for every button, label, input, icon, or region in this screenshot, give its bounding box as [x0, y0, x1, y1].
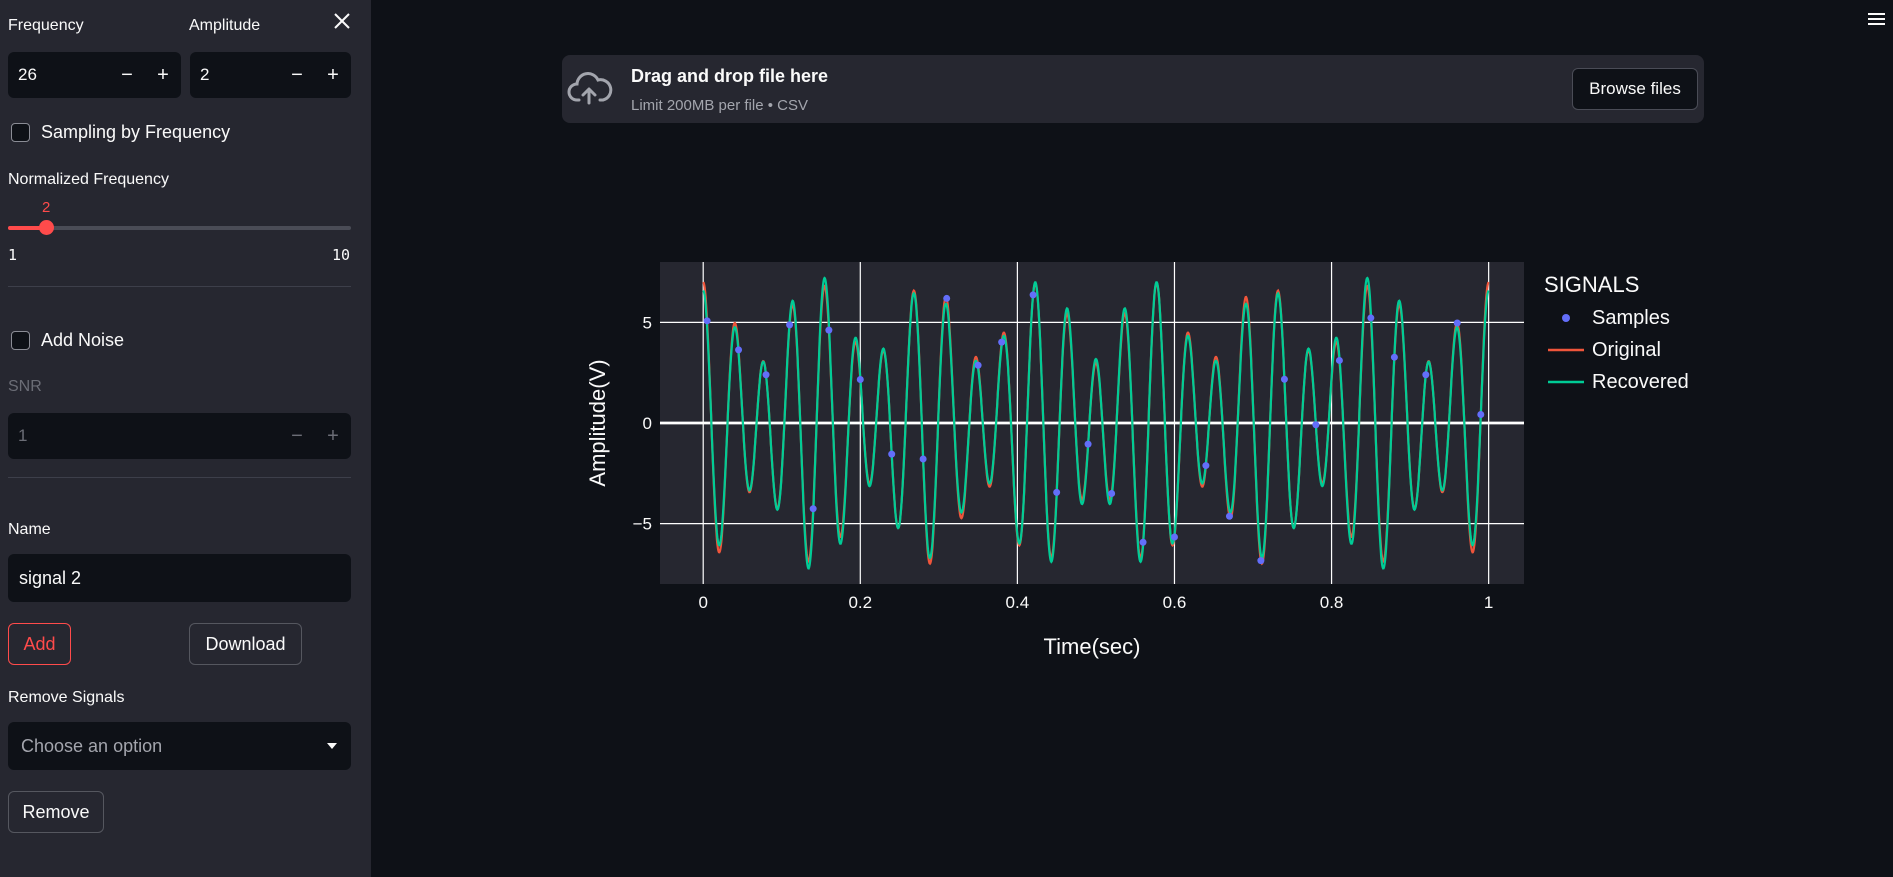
x-tick-label: 0.6 — [1163, 593, 1187, 612]
x-axis-title: Time(sec) — [1044, 634, 1141, 659]
remove-signals-placeholder: Choose an option — [21, 735, 163, 756]
amplitude-value[interactable]: 2 — [190, 65, 279, 85]
sample-point — [703, 317, 711, 325]
hamburger-menu-icon[interactable] — [1868, 12, 1885, 26]
amplitude-increment-button[interactable]: + — [315, 64, 351, 87]
sample-point — [1367, 314, 1375, 322]
y-axis-title: Amplitude(V) — [585, 359, 610, 486]
signal-chart: 0 0.2 0.4 0.6 0.8 1 −5 0 5 Time(sec) Amplitude(V) S… — [585, 262, 1689, 659]
sample-point — [762, 371, 770, 379]
amplitude-label: Amplitude — [189, 17, 261, 34]
remove-signals-select[interactable]: Choose an option — [8, 722, 351, 770]
frequency-input[interactable]: 26 − + — [8, 52, 181, 98]
frequency-decrement-button[interactable]: − — [109, 64, 145, 87]
sample-point — [856, 375, 864, 383]
add-button[interactable]: Add — [8, 623, 71, 665]
sample-point — [1053, 488, 1061, 496]
sample-point — [1335, 356, 1343, 364]
snr-decrement-button[interactable]: − — [279, 425, 315, 448]
sample-point — [1139, 538, 1147, 546]
cloud-upload-icon — [567, 72, 613, 105]
sample-point — [1108, 489, 1116, 497]
legend-label: Samples — [1592, 307, 1670, 329]
sample-point — [1029, 291, 1037, 299]
normalized-frequency-slider[interactable] — [8, 220, 351, 235]
snr-value[interactable]: 1 — [8, 426, 279, 446]
amplitude-decrement-button[interactable]: − — [279, 64, 315, 87]
add-noise-label: Add Noise — [41, 330, 125, 350]
remove-signals-label: Remove Signals — [8, 689, 125, 706]
browse-files-button[interactable]: Browse files — [1572, 68, 1698, 110]
sample-point — [825, 326, 833, 334]
slider-thumb[interactable] — [39, 220, 55, 235]
sample-point — [1225, 512, 1233, 520]
sample-point — [1422, 371, 1430, 379]
y-tick-label: 0 — [643, 414, 652, 433]
x-tick-label: 0.2 — [848, 593, 872, 612]
sample-point — [998, 338, 1006, 346]
chevron-down-icon — [327, 743, 337, 749]
y-tick-label: −5 — [633, 515, 652, 534]
x-tick-label: 0.8 — [1320, 593, 1344, 612]
frequency-increment-button[interactable]: + — [145, 64, 181, 87]
y-tick-label: 5 — [643, 313, 652, 332]
sample-point — [919, 455, 927, 463]
sampling-by-frequency-label: Sampling by Frequency — [41, 122, 231, 142]
snr-input[interactable]: 1 − + — [8, 413, 351, 459]
sample-point — [1477, 411, 1485, 419]
download-button[interactable]: Download — [189, 623, 302, 665]
snr-increment-button[interactable]: + — [315, 425, 351, 448]
sample-point — [1257, 557, 1265, 565]
x-tick-label: 0.4 — [1006, 593, 1030, 612]
sample-point — [888, 450, 896, 458]
amplitude-input[interactable]: 2 − + — [190, 52, 351, 98]
legend-title: SIGNALS — [1544, 272, 1639, 297]
sampling-by-frequency-checkbox[interactable] — [11, 123, 30, 142]
uploader-subtitle: Limit 200MB per file • CSV — [631, 97, 808, 114]
legend-marker — [1562, 314, 1570, 322]
legend-label: Recovered — [1592, 371, 1689, 393]
legend-label: Original — [1592, 339, 1661, 361]
remove-button[interactable]: Remove — [8, 791, 104, 833]
sample-point — [786, 321, 794, 329]
sample-point — [943, 294, 951, 302]
sample-point — [1312, 421, 1320, 429]
frequency-value[interactable]: 26 — [8, 65, 109, 85]
uploader-title: Drag and drop file here — [631, 66, 829, 86]
slider-min-label: 1 — [8, 246, 18, 264]
normalized-frequency-value: 2 — [42, 199, 51, 216]
divider — [8, 286, 351, 287]
sample-point — [1084, 440, 1092, 448]
sidebar: Frequency 26 − + Amplitude 2 − + Samplin… — [0, 0, 371, 877]
sample-point — [1390, 353, 1398, 361]
sample-point — [809, 505, 817, 513]
name-input[interactable]: signal 2 — [8, 554, 351, 602]
sample-point — [1202, 462, 1210, 470]
divider — [8, 477, 351, 478]
snr-label: SNR — [8, 378, 42, 395]
sample-point — [1453, 319, 1461, 327]
file-uploader[interactable]: Drag and drop file here Limit 200MB per … — [562, 55, 1704, 123]
sample-point — [735, 346, 743, 354]
sample-point — [974, 361, 982, 369]
x-tick-label: 0 — [698, 593, 707, 612]
x-tick-label: 1 — [1484, 593, 1493, 612]
sample-point — [1280, 375, 1288, 383]
slider-max-label: 10 — [332, 246, 351, 264]
add-noise-checkbox[interactable] — [11, 331, 30, 350]
close-icon[interactable] — [331, 10, 353, 32]
frequency-label: Frequency — [8, 17, 84, 34]
sample-point — [1170, 533, 1178, 541]
normalized-frequency-label: Normalized Frequency — [8, 171, 169, 188]
name-label: Name — [8, 521, 51, 538]
